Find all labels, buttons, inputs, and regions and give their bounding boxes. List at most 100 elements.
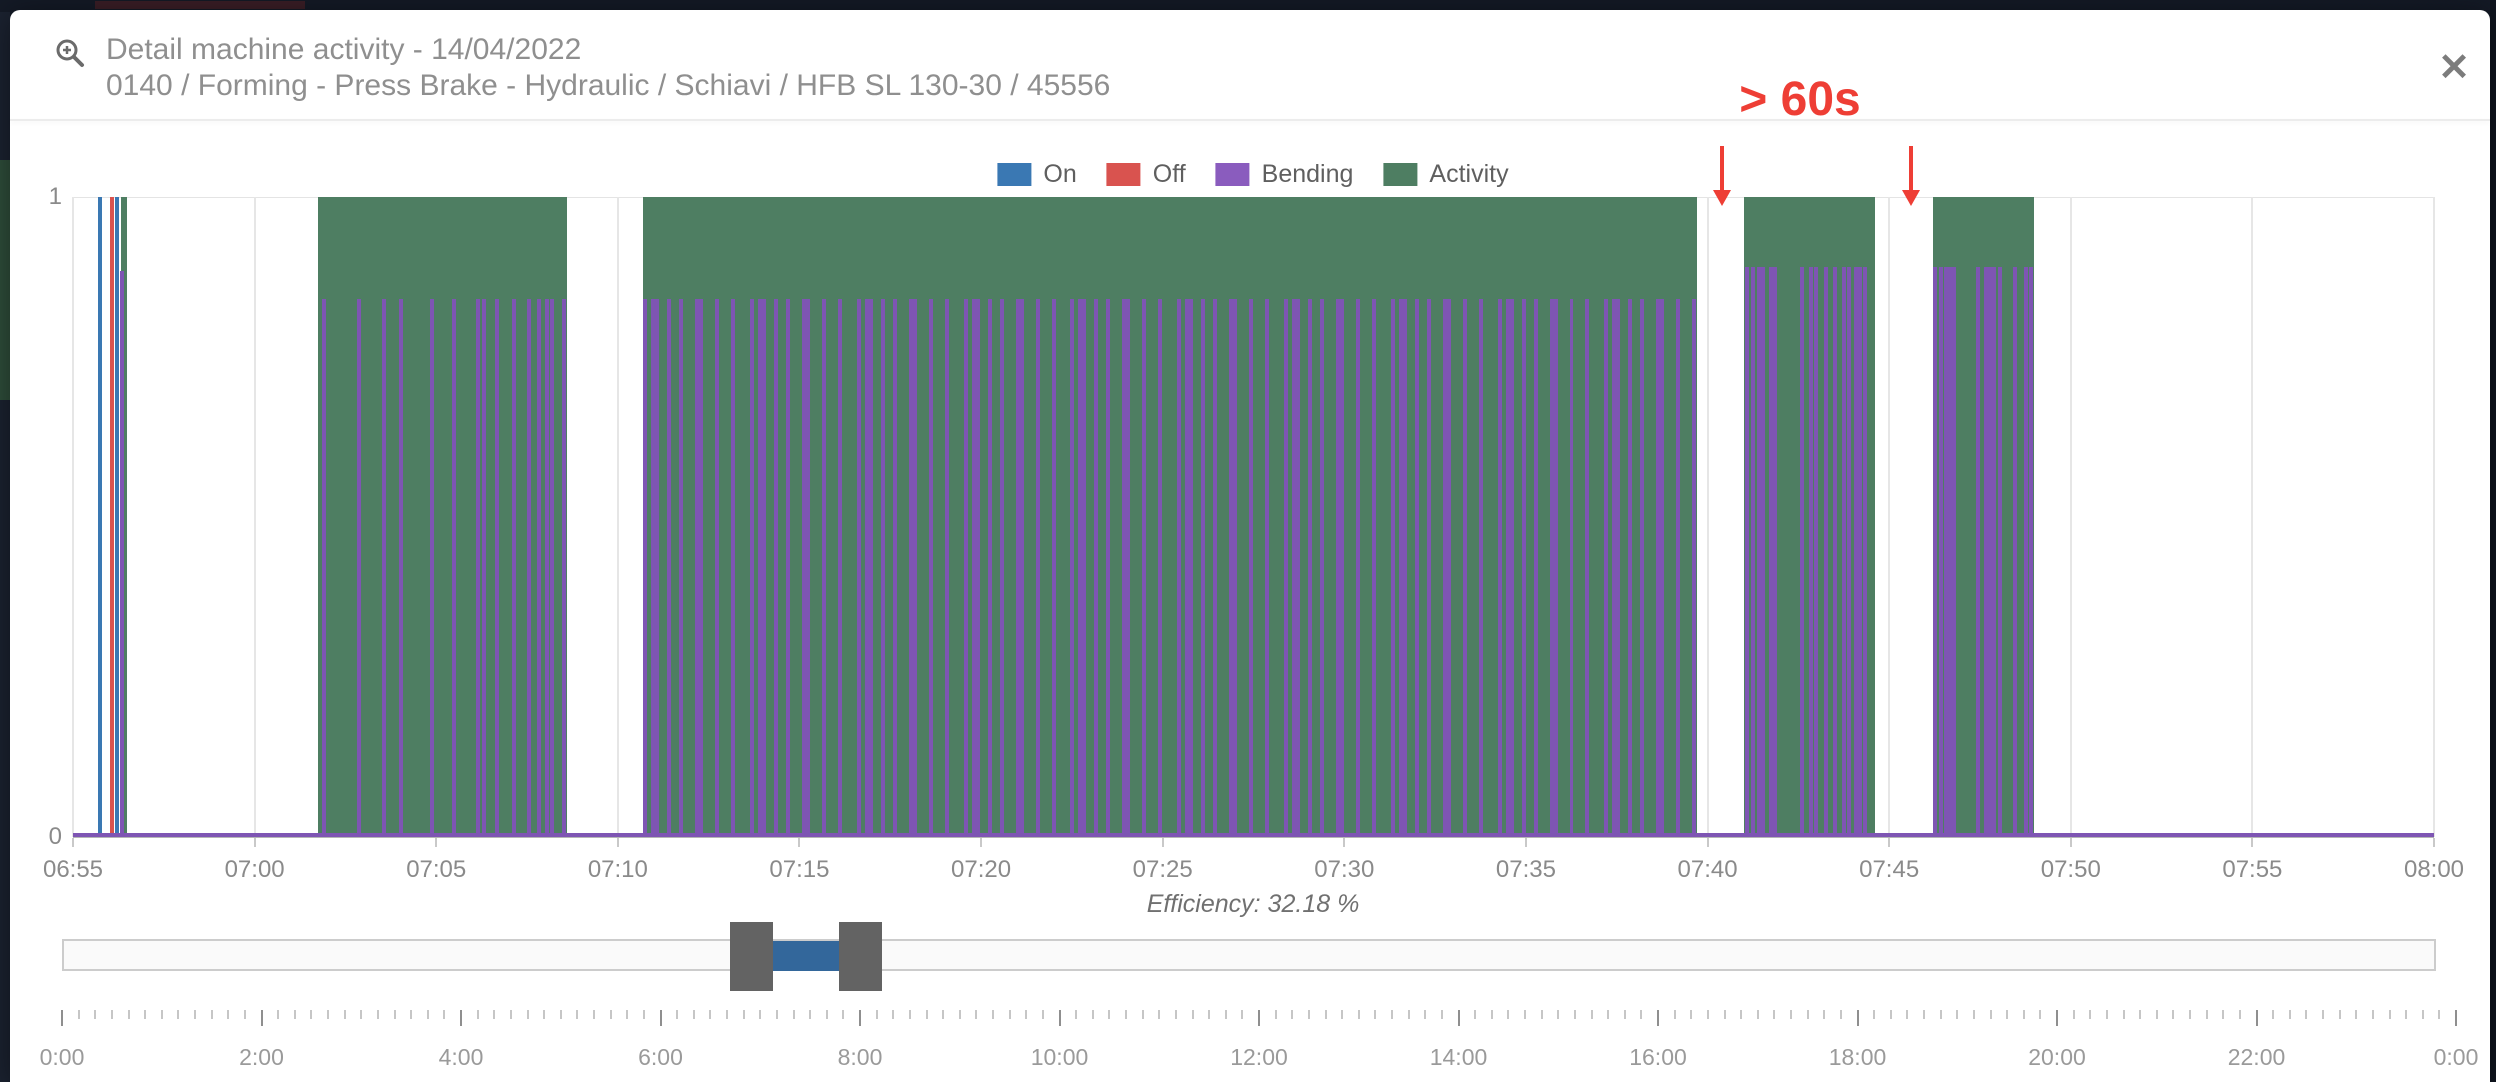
- timeline-minor-tick: [2106, 1010, 2108, 1019]
- bending-line: [1020, 299, 1024, 837]
- bending-line: [1976, 267, 1980, 837]
- bending-line: [1403, 299, 1407, 837]
- bending-line: [976, 299, 980, 837]
- timeline-minor-tick: [194, 1010, 196, 1019]
- bending-line: [1082, 299, 1086, 837]
- x-axis-tick: [254, 838, 256, 847]
- bending-line: [1933, 267, 1937, 837]
- timeline-minor-tick: [394, 1010, 396, 1019]
- bending-line: [1463, 299, 1467, 837]
- legend-swatch-bending: [1216, 163, 1250, 186]
- bending-line: [1177, 299, 1181, 837]
- timeline-minor-tick: [992, 1010, 994, 1019]
- timeline-label: 12:00: [1230, 1044, 1288, 1071]
- timeline-minor-tick: [1325, 1010, 1327, 1019]
- timeline-minor-tick: [743, 1010, 745, 1019]
- x-axis-label: 07:30: [1314, 856, 1374, 884]
- x-axis-tick: [72, 838, 74, 847]
- gridline-08:00: [2433, 197, 2435, 837]
- timeline-minor-tick: [676, 1010, 678, 1019]
- y-axis-label: 1: [22, 183, 62, 211]
- bending-line: [1800, 267, 1804, 837]
- bending-line: [1106, 299, 1110, 837]
- bending-line: [699, 299, 703, 837]
- x-axis-label: 07:45: [1859, 856, 1919, 884]
- timeline-minor-tick: [1790, 1010, 1792, 1019]
- timeline-minor-tick: [1241, 1010, 1243, 1019]
- timeline-label: 8:00: [838, 1044, 883, 1071]
- slider-handle-end[interactable]: [839, 922, 882, 991]
- background-sidebar-active-item: [0, 160, 10, 400]
- timeline-minor-tick: [975, 1010, 977, 1019]
- timeline-minor-tick: [2389, 1010, 2391, 1019]
- x-axis-label: 07:10: [588, 856, 648, 884]
- legend-label: On: [1043, 160, 1076, 189]
- close-button[interactable]: ✕: [2430, 44, 2478, 92]
- timeline-minor-tick: [1873, 1010, 1875, 1019]
- x-axis-label: 07:20: [951, 856, 1011, 884]
- timeline-minor-tick: [2272, 1010, 2274, 1019]
- timeline-minor-tick: [759, 1010, 761, 1019]
- timeline-minor-tick: [1707, 1010, 1709, 1019]
- chart-legend: OnOffBendingActivity: [997, 160, 1508, 189]
- timeline-minor-tick: [1225, 1010, 1227, 1019]
- timeline-minor-tick: [2239, 1010, 2241, 1019]
- bending-line: [1773, 267, 1777, 837]
- slider-selected-range[interactable]: [773, 941, 839, 971]
- timeline-minor-tick: [1441, 1010, 1443, 1019]
- bending-line: [1952, 267, 1956, 837]
- timeline-label: 0:00: [40, 1044, 85, 1071]
- timeline-minor-tick: [2339, 1010, 2341, 1019]
- x-axis-tick: [1162, 838, 1164, 847]
- bending-line: [929, 299, 933, 837]
- legend-label: Bending: [1262, 160, 1354, 189]
- dialog-title: Detail machine activity - 14/04/2022: [106, 34, 581, 66]
- slider-handle-start[interactable]: [730, 922, 773, 991]
- x-axis-tick: [980, 838, 982, 847]
- bending-line: [945, 299, 949, 837]
- timeline-minor-tick: [1092, 1010, 1094, 1019]
- timeline-minor-tick: [427, 1010, 429, 1019]
- bending-line: [2024, 267, 2028, 837]
- timeline-major-tick: [1458, 1010, 1460, 1026]
- timeline-minor-tick: [1690, 1010, 1692, 1019]
- chart-plot-area[interactable]: [73, 197, 2434, 837]
- timeline-minor-tick: [1391, 1010, 1393, 1019]
- x-axis-label: 07:00: [225, 856, 285, 884]
- bending-line: [1356, 299, 1360, 837]
- bending-line: [1189, 299, 1193, 837]
- bending-line: [1427, 299, 1431, 837]
- timeline-label: 2:00: [239, 1044, 284, 1071]
- bending-line: [495, 299, 499, 837]
- bending-line: [1660, 299, 1664, 837]
- bending-line: [731, 299, 735, 837]
- timeline-minor-tick: [527, 1010, 529, 1019]
- x-axis-label: 07:05: [406, 856, 466, 884]
- bending-line: [512, 299, 516, 837]
- bending-line: [1863, 267, 1867, 837]
- bending-line: [1939, 267, 1943, 837]
- bending-line: [1761, 267, 1765, 837]
- timeline-minor-tick: [1108, 1010, 1110, 1019]
- timeline-minor-tick: [410, 1010, 412, 1019]
- bending-line: [881, 299, 885, 837]
- timeline-minor-tick: [1075, 1010, 1077, 1019]
- timeline-minor-tick: [1308, 1010, 1310, 1019]
- bending-line: [715, 299, 719, 837]
- bending-line: [1391, 299, 1395, 837]
- timeline-label: 16:00: [1629, 1044, 1687, 1071]
- gap-annotation-arrow: [1909, 146, 1913, 190]
- timeline-minor-tick: [1956, 1010, 1958, 1019]
- timeline-label: 4:00: [439, 1044, 484, 1071]
- timeline-minor-tick: [1923, 1010, 1925, 1019]
- on-bar: [115, 197, 119, 837]
- timeline-major-tick: [1258, 1010, 1260, 1026]
- bending-line: [1628, 299, 1632, 837]
- bending-line: [913, 299, 917, 837]
- bending-line: [1616, 299, 1620, 837]
- range-slider-track[interactable]: [62, 939, 2436, 971]
- bending-line: [1070, 299, 1074, 837]
- timeline-minor-tick: [793, 1010, 795, 1019]
- bending-line: [322, 299, 326, 837]
- timeline-minor-tick: [510, 1010, 512, 1019]
